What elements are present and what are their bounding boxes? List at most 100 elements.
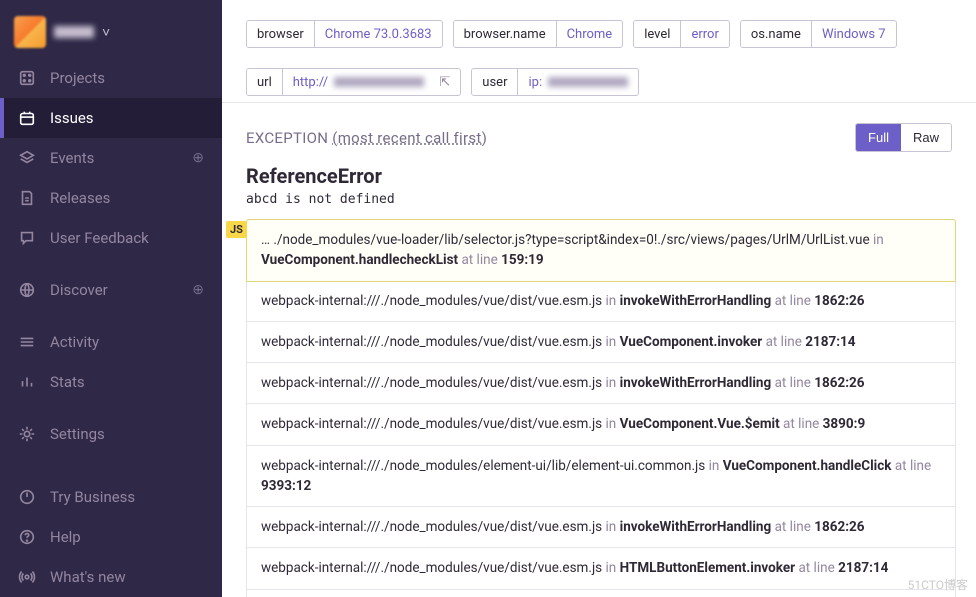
sidebar-item-discover[interactable]: Discover ⊕: [0, 270, 222, 310]
frame-function: HTMLButtonElement.invoker: [620, 560, 795, 576]
stack-frame[interactable]: webpack-internal:///./node_modules/vue/d…: [247, 281, 955, 322]
frame-at: at line: [461, 252, 497, 268]
frame-at: at line: [775, 375, 811, 391]
stack-frame[interactable]: webpack-internal:///./node_modules/vue/d…: [247, 322, 955, 363]
nav-label: Events: [50, 149, 178, 167]
nav-label: Releases: [50, 189, 204, 207]
chevron-down-icon: ˅: [102, 24, 110, 41]
sidebar-item-feedback[interactable]: User Feedback: [0, 218, 222, 258]
frame-in: in: [606, 334, 617, 350]
sidebar-item-try-business[interactable]: Try Business: [0, 477, 222, 517]
sidebar-item-settings[interactable]: Settings: [0, 414, 222, 454]
toggle-full-button[interactable]: Full: [856, 124, 901, 151]
frame-function: VueComponent.handlecheckList: [261, 252, 458, 268]
nav-label: Projects: [50, 69, 204, 87]
frame-at: at line: [783, 416, 819, 432]
stack-frame[interactable]: webpack-internal:///./node_modules/vue/d…: [247, 363, 955, 404]
tag-value: Chrome: [557, 21, 623, 47]
activity-icon: [18, 333, 36, 351]
frame-location: 1862:26: [814, 293, 864, 309]
exception-header: EXCEPTION (most recent call first) Full …: [222, 103, 976, 160]
stack-frame[interactable]: webpack-internal:///./node_modules/vue/d…: [247, 590, 955, 597]
error-name: ReferenceError: [246, 164, 952, 188]
frame-location: 9393:12: [261, 478, 311, 494]
frame-in: in: [873, 232, 884, 248]
projects-icon: [18, 69, 36, 87]
frame-in: in: [606, 293, 617, 309]
frame-location: 1862:26: [814, 375, 864, 391]
exception-title: EXCEPTION (most recent call first): [246, 129, 487, 147]
frame-in: in: [606, 560, 617, 576]
org-switcher[interactable]: ˅: [0, 0, 222, 58]
frame-location: 2187:14: [838, 560, 888, 576]
main-content: browser Chrome 73.0.3683 browser.name Ch…: [222, 0, 976, 597]
plus-icon: ⊕: [192, 282, 204, 298]
nav-label: Issues: [50, 109, 204, 127]
frame-in: in: [606, 375, 617, 391]
frame-in: in: [606, 416, 617, 432]
frame-function: invokeWithErrorHandling: [620, 375, 772, 391]
tags-row: browser Chrome 73.0.3683 browser.name Ch…: [222, 0, 976, 103]
nav-label: Try Business: [50, 488, 204, 506]
tag-browser-name[interactable]: browser.name Chrome: [453, 20, 624, 48]
sidebar-item-help[interactable]: Help: [0, 517, 222, 557]
frame-file: … ./node_modules/vue-loader/lib/selector…: [261, 232, 870, 248]
tag-key: browser: [247, 21, 315, 47]
frame-at: at line: [775, 519, 811, 535]
tag-key: browser.name: [454, 21, 557, 47]
tag-level[interactable]: level error: [633, 20, 730, 48]
releases-icon: [18, 189, 36, 207]
power-icon: [18, 488, 36, 506]
external-link-icon: ⇱: [439, 75, 450, 90]
tag-os-name[interactable]: os.name Windows 7: [740, 20, 897, 48]
sidebar-item-releases[interactable]: Releases: [0, 178, 222, 218]
stats-icon: [18, 373, 36, 391]
sidebar-item-whats-new[interactable]: What's new: [0, 557, 222, 597]
tag-key: url: [247, 69, 283, 95]
plus-icon: ⊕: [192, 150, 204, 166]
broadcast-icon: [18, 568, 36, 586]
nav-label: Help: [50, 528, 204, 546]
sidebar-item-issues[interactable]: Issues: [0, 98, 222, 138]
avatar: [14, 16, 46, 48]
tag-key: level: [634, 21, 681, 47]
stack-frame[interactable]: webpack-internal:///./node_modules/vue/d…: [247, 404, 955, 445]
tag-url[interactable]: url http:// ⇱: [246, 68, 461, 96]
frame-file: webpack-internal:///./node_modules/vue/d…: [261, 293, 602, 309]
error-message: abcd is not defined: [246, 192, 952, 207]
frame-function: invokeWithErrorHandling: [620, 519, 772, 535]
discover-icon: [18, 281, 36, 299]
tag-user[interactable]: user ip:: [471, 68, 639, 96]
frame-file: webpack-internal:///./node_modules/eleme…: [261, 458, 705, 474]
stack-frame[interactable]: webpack-internal:///./node_modules/vue/d…: [247, 548, 955, 589]
help-icon: [18, 528, 36, 546]
frame-file: webpack-internal:///./node_modules/vue/d…: [261, 560, 602, 576]
frame-file: webpack-internal:///./node_modules/vue/d…: [261, 519, 602, 535]
frame-at: at line: [775, 293, 811, 309]
frame-location: 1862:26: [814, 519, 864, 535]
sidebar-item-projects[interactable]: Projects: [0, 58, 222, 98]
frame-function: VueComponent.Vue.$emit: [620, 416, 780, 432]
sidebar-item-events[interactable]: Events ⊕: [0, 138, 222, 178]
tag-browser[interactable]: browser Chrome 73.0.3683: [246, 20, 443, 48]
frame-at: at line: [798, 560, 834, 576]
nav-footer: Try Business Help What's new: [0, 477, 222, 597]
sidebar-item-stats[interactable]: Stats: [0, 362, 222, 402]
tag-value: error: [681, 21, 728, 47]
stack-frame[interactable]: webpack-internal:///./node_modules/eleme…: [247, 446, 955, 508]
tag-value: Windows 7: [812, 21, 896, 47]
frame-file: webpack-internal:///./node_modules/vue/d…: [261, 375, 602, 391]
stacktrace: JS … ./node_modules/vue-loader/lib/selec…: [222, 219, 976, 597]
org-name: [54, 26, 94, 38]
stack-frame[interactable]: webpack-internal:///./node_modules/vue/d…: [247, 507, 955, 548]
events-icon: [18, 149, 36, 167]
sidebar-item-activity[interactable]: Activity: [0, 322, 222, 362]
stack-frame[interactable]: … ./node_modules/vue-loader/lib/selector…: [246, 219, 956, 282]
frame-function: invokeWithErrorHandling: [620, 293, 772, 309]
tag-value: ip:: [518, 69, 638, 95]
frame-at: at line: [766, 334, 802, 350]
toggle-raw-button[interactable]: Raw: [901, 124, 951, 151]
nav-label: What's new: [50, 568, 204, 586]
frame-location: 3890:9: [823, 416, 866, 432]
sidebar: ˅ Projects Issues Events ⊕ Releases User…: [0, 0, 222, 597]
